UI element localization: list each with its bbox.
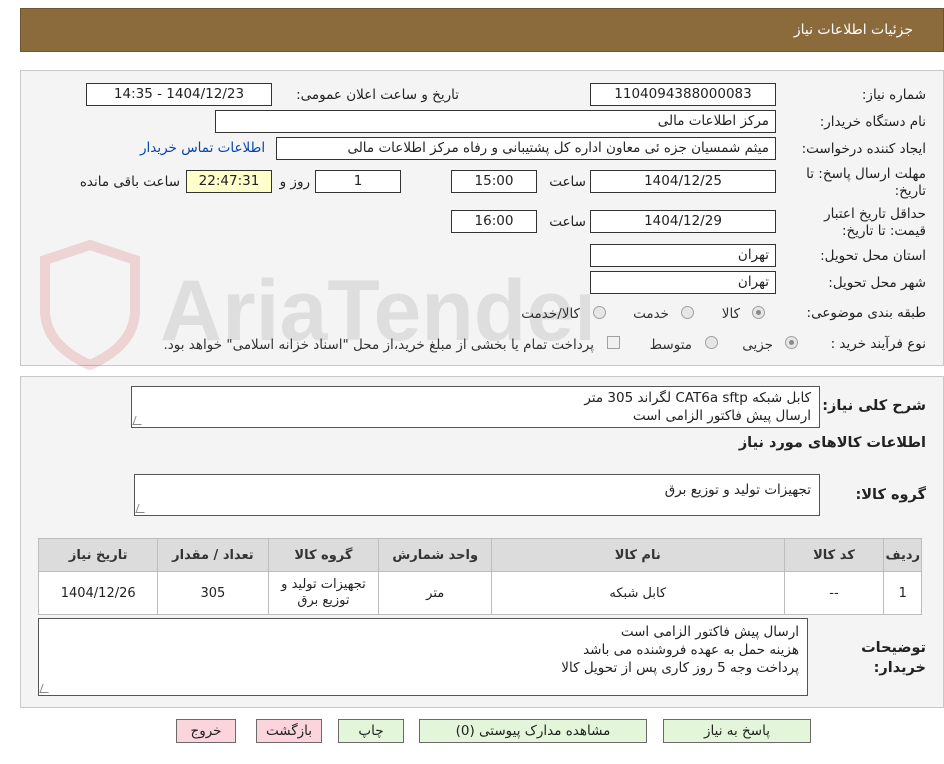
validity-label: حداقل تاریخ اعتبار قیمت: تا تاریخ: — [824, 206, 926, 239]
treasury-payment-checkbox[interactable] — [607, 336, 620, 349]
treasury-payment-note: پرداخت تمام یا بخشی از مبلغ خرید،از محل … — [163, 337, 594, 353]
goods-group-value: تجهیزات تولید و توزیع برق — [664, 482, 811, 498]
summary-line-1: کابل شبکه CAT6a sftp لگراند 305 متر — [584, 390, 811, 406]
category-radio-goods[interactable] — [752, 306, 765, 319]
reply-button[interactable]: پاسخ به نیاز — [663, 719, 811, 743]
need-number-label: شماره نیاز: — [861, 87, 926, 103]
col-quantity: تعداد / مقدار — [157, 538, 269, 572]
goods-table: ردیف کد کالا نام کالا واحد شمارش گروه کا… — [37, 538, 922, 615]
buyer-notes-textarea[interactable]: ارسال پیش فاکتور الزامی است هزینه حمل به… — [38, 618, 808, 696]
buyer-org-label: نام دستگاه خریدار: — [819, 114, 926, 130]
requester-label: ایجاد کننده درخواست: — [801, 141, 926, 157]
exit-button[interactable]: خروج — [176, 719, 236, 743]
cell-row-number: 1 — [883, 571, 922, 615]
province-label: استان محل تحویل: — [820, 248, 926, 264]
cell-goods-code: -- — [783, 571, 885, 615]
deadline-date-field: 1404/12/25 — [590, 170, 776, 193]
resize-grip-icon[interactable] — [135, 504, 148, 513]
category-radio-goods-service[interactable] — [593, 306, 606, 319]
remaining-label: ساعت باقی مانده — [79, 174, 180, 190]
category-option-service: خدمت — [633, 306, 669, 322]
table-header-row: ردیف کد کالا نام کالا واحد شمارش گروه کا… — [37, 538, 922, 572]
deadline-time-label: ساعت — [549, 174, 586, 190]
col-goods-group: گروه کالا — [267, 538, 380, 572]
goods-group-textarea[interactable]: تجهیزات تولید و توزیع برق — [134, 474, 820, 516]
print-button[interactable]: چاپ — [338, 719, 404, 743]
purchase-radio-medium[interactable] — [705, 336, 718, 349]
deadline-time-field: 15:00 — [451, 170, 537, 193]
validity-date-field: 1404/12/29 — [590, 210, 776, 233]
need-number-field: 1104094388000083 — [590, 83, 776, 106]
announce-label: تاریخ و ساعت اعلان عمومی: — [296, 87, 459, 103]
cell-need-date: 1404/12/26 — [37, 571, 159, 615]
cell-unit: متر — [378, 571, 493, 615]
buyer-notes-line-1: ارسال پیش فاکتور الزامی است — [620, 624, 799, 640]
category-option-goods-service: کالا/خدمت — [521, 306, 580, 322]
purchase-option-medium: متوسط — [649, 337, 692, 353]
col-unit: واحد شمارش — [378, 538, 493, 572]
buyer-notes-line-3: پرداخت وجه 5 روز کاری پس از تحویل کالا — [561, 660, 799, 676]
buyer-notes-line-2: هزینه حمل به عهده فروشنده می باشد — [583, 642, 799, 658]
purchase-type-label: نوع فرآیند خرید : — [830, 336, 926, 352]
table-row: 1 -- کابل شبکه متر تجهیزات تولید و توزیع… — [37, 571, 922, 615]
page-title: جزئیات اطلاعات نیاز — [793, 22, 913, 38]
back-button[interactable]: بازگشت — [256, 719, 322, 743]
province-field: تهران — [590, 244, 776, 267]
goods-group-label: گروه کالا: — [855, 487, 926, 503]
days-label: روز و — [279, 174, 310, 190]
summary-label: شرح کلی نیاز: — [822, 398, 926, 414]
purchase-option-minor: جزیی — [742, 337, 773, 353]
city-field: تهران — [590, 271, 776, 294]
deadline-label: مهلت ارسال پاسخ: تا تاریخ: — [806, 166, 926, 199]
summary-line-2: ارسال پیش فاکتور الزامی است — [632, 408, 811, 424]
purchase-radio-minor[interactable] — [785, 336, 798, 349]
page-header: جزئیات اطلاعات نیاز — [20, 8, 944, 52]
cell-goods-name: کابل شبکه — [491, 571, 785, 615]
city-label: شهر محل تحویل: — [828, 275, 926, 291]
col-goods-name: نام کالا — [491, 538, 785, 572]
buyer-contact-link[interactable]: اطلاعات تماس خریدار — [140, 140, 265, 156]
category-label: طبقه بندی موضوعی: — [806, 305, 926, 321]
validity-time-field: 16:00 — [451, 210, 537, 233]
remaining-time-field: 22:47:31 — [186, 170, 272, 193]
validity-time-label: ساعت — [549, 214, 586, 230]
goods-section-title: اطلاعات کالاهای مورد نیاز — [738, 435, 926, 451]
view-attachments-button[interactable]: مشاهده مدارک پیوستی (0) — [419, 719, 647, 743]
category-option-goods: کالا — [721, 306, 740, 322]
category-radio-service[interactable] — [681, 306, 694, 319]
requester-field: میثم شمسیان جزه ئی معاون اداره کل پشتیبا… — [276, 137, 776, 160]
cell-goods-group: تجهیزات تولید و توزیع برق — [267, 571, 380, 615]
col-goods-code: کد کالا — [783, 538, 885, 572]
buyer-org-field: مرکز اطلاعات مالی — [215, 110, 776, 133]
resize-grip-icon[interactable] — [39, 684, 52, 693]
days-field: 1 — [315, 170, 401, 193]
announce-datetime-field: 1404/12/23 - 14:35 — [86, 83, 272, 106]
cell-quantity: 305 — [157, 571, 269, 615]
buyer-notes-label: توضیحات خریدار: — [861, 640, 926, 676]
summary-textarea[interactable]: کابل شبکه CAT6a sftp لگراند 305 متر ارسا… — [131, 386, 820, 428]
col-row-number: ردیف — [883, 538, 922, 572]
col-need-date: تاریخ نیاز — [37, 538, 159, 572]
